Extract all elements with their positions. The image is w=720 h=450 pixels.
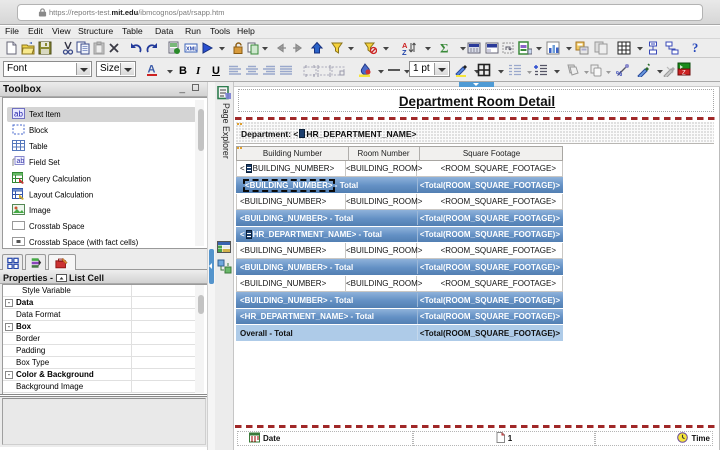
svg-text:A: A — [148, 64, 156, 76]
svg-text:XML: XML — [186, 47, 198, 53]
svg-text:%: % — [616, 71, 623, 77]
svg-text:Z: Z — [402, 48, 407, 55]
svg-text:Σ: Σ — [440, 41, 449, 55]
svg-text:Z: Z — [682, 71, 686, 77]
svg-text:?: ? — [692, 41, 698, 54]
svg-text:ab: ab — [17, 158, 25, 165]
svg-text:ab: ab — [14, 110, 23, 119]
